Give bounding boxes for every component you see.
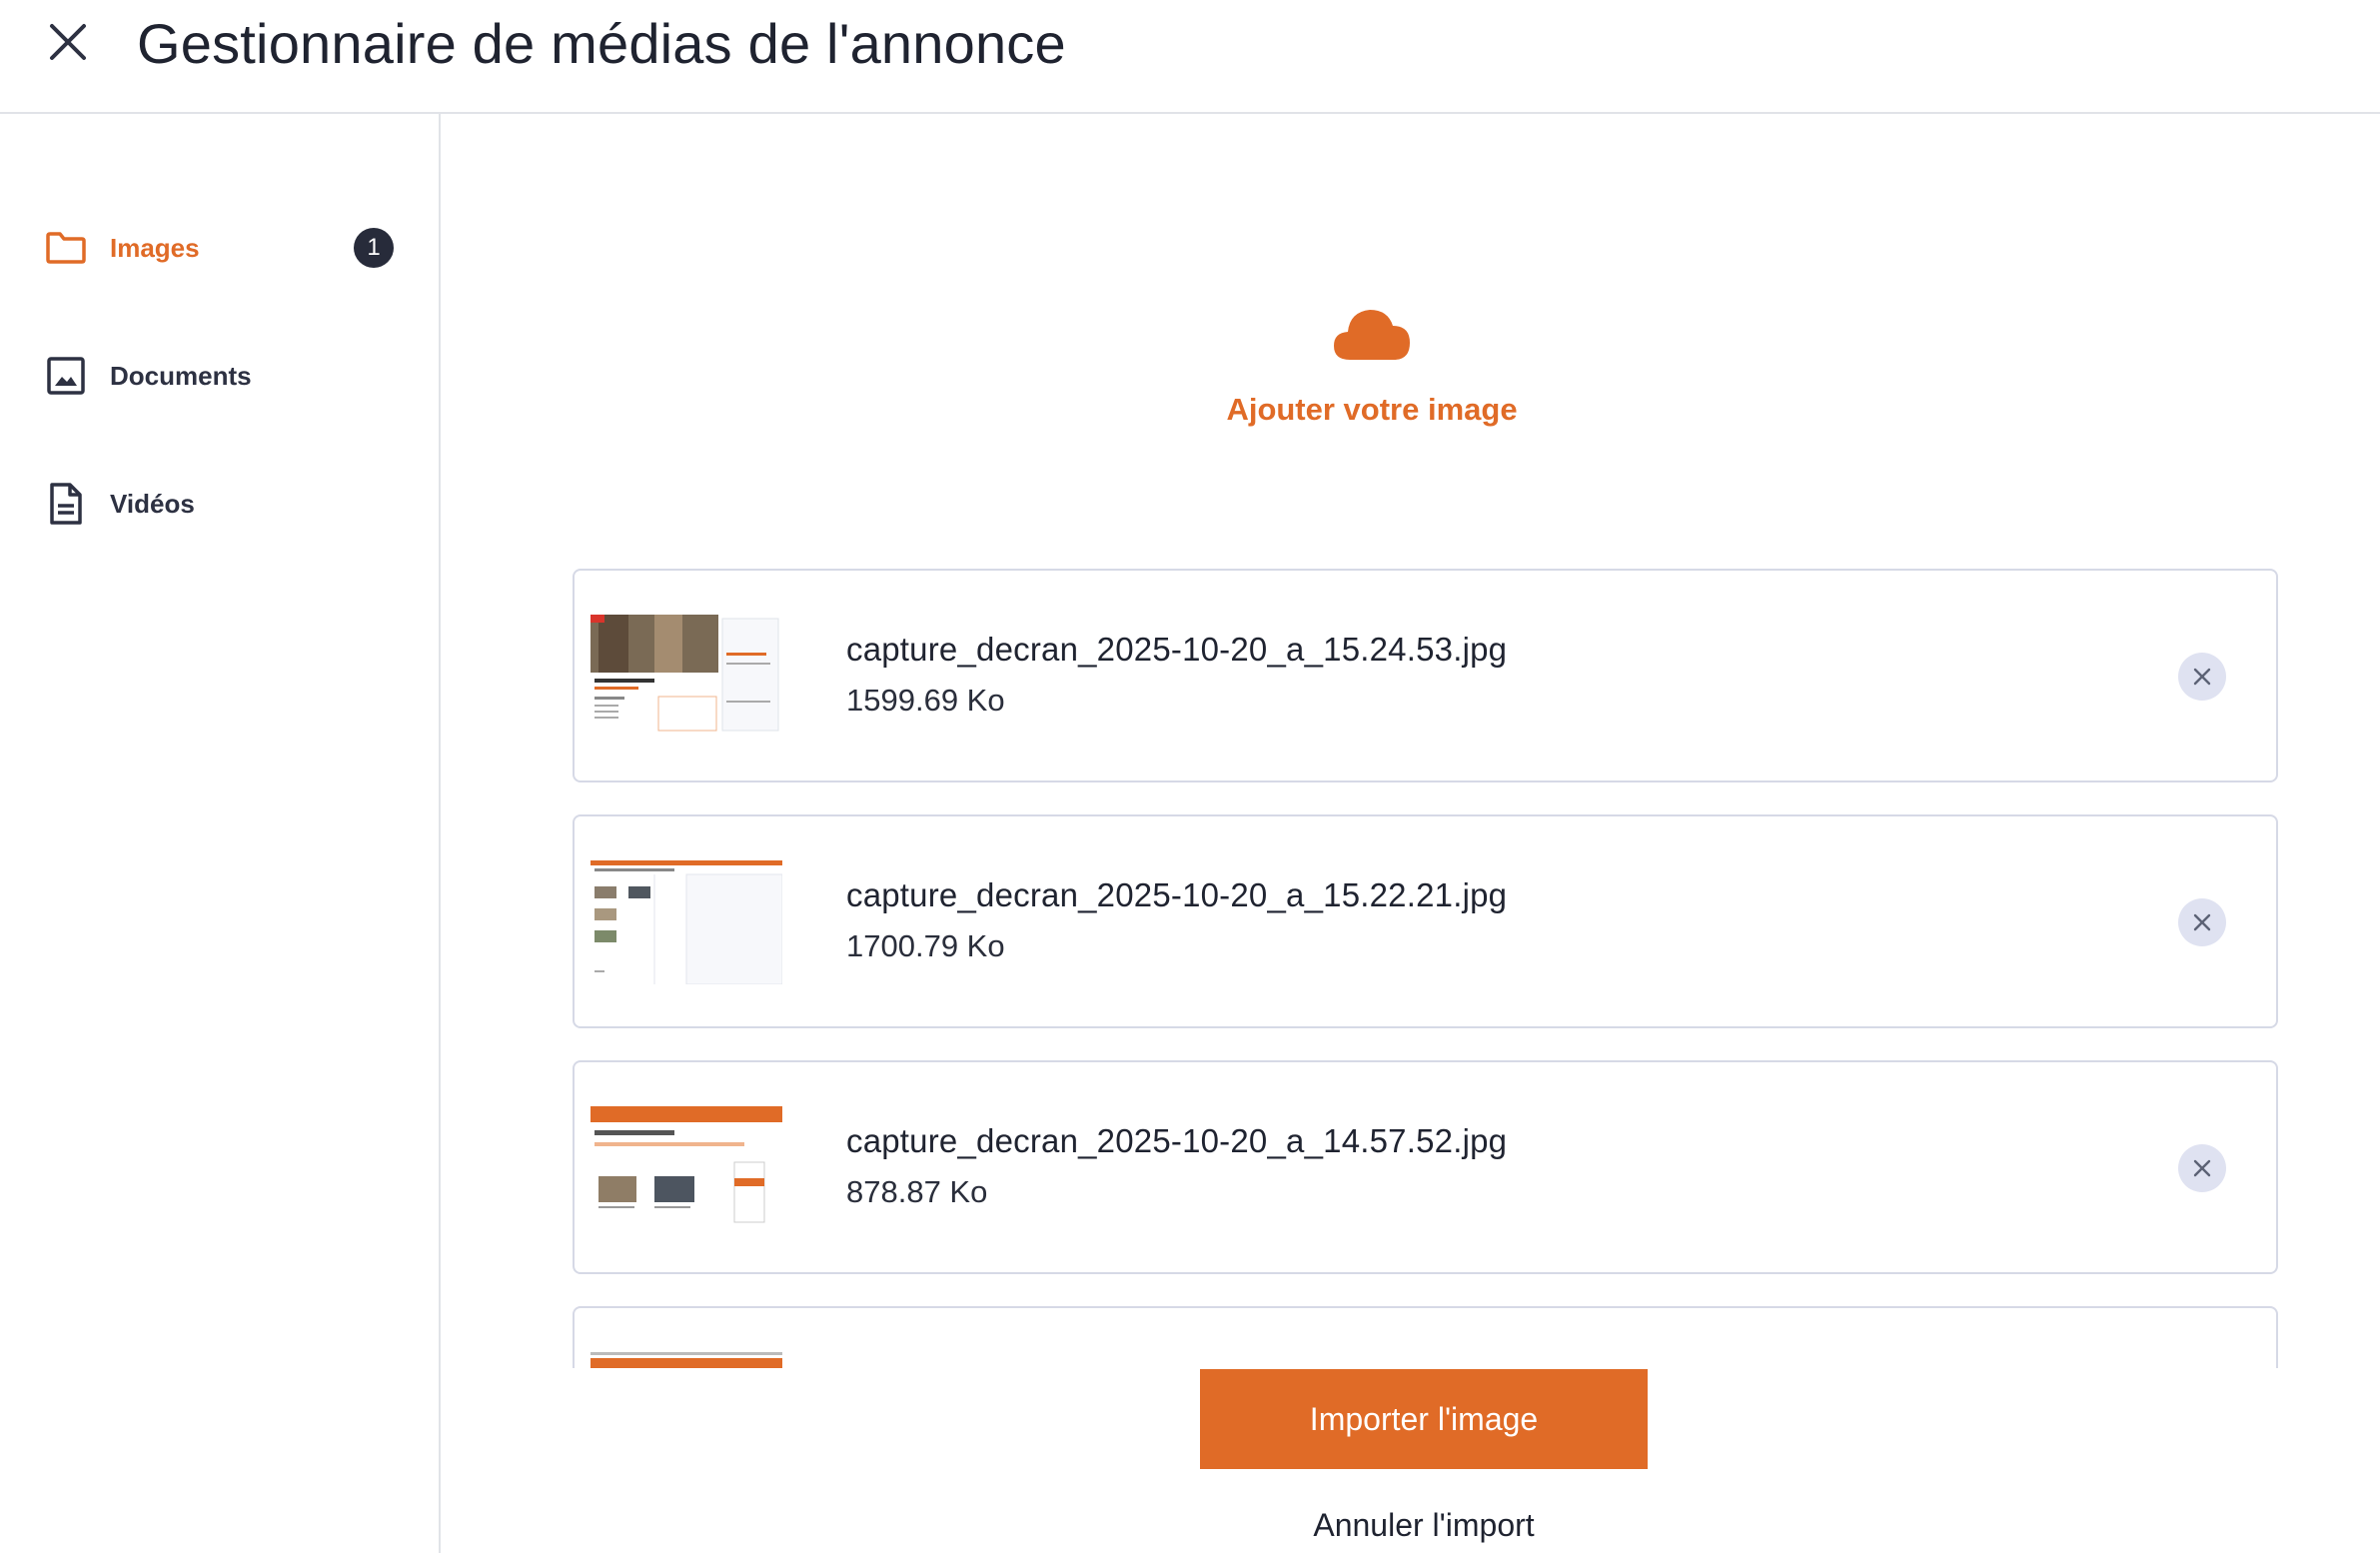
sidebar: Images 1 Documents Vidéos bbox=[0, 114, 441, 1553]
file-name: capture_decran_2025-10-20_a_15.22.21.jpg bbox=[846, 876, 1508, 913]
file-size: 1599.69 Ko bbox=[846, 683, 1005, 718]
cloud-icon bbox=[1334, 310, 1410, 360]
import-button[interactable]: Importer l'image bbox=[1200, 1369, 1648, 1469]
page-title: Gestionnaire de médias de l'annonce bbox=[137, 12, 1066, 75]
count-badge: 1 bbox=[354, 228, 394, 268]
sidebar-item-documents[interactable]: Documents bbox=[44, 344, 404, 408]
sidebar-item-videos[interactable]: Vidéos bbox=[44, 472, 404, 536]
file-thumbnail bbox=[591, 860, 782, 984]
sidebar-item-label: Documents bbox=[110, 360, 252, 391]
file-item: capture_decran_2025-10-20_a_14.57.52.jpg… bbox=[573, 1060, 2278, 1274]
folder-icon bbox=[44, 226, 88, 270]
close-icon bbox=[2193, 913, 2211, 931]
document-icon bbox=[44, 482, 88, 526]
upload-dropzone[interactable]: Ajouter votre image bbox=[1142, 304, 1602, 454]
close-icon bbox=[2193, 1159, 2211, 1177]
sidebar-item-label: Vidéos bbox=[110, 488, 195, 519]
close-button[interactable] bbox=[44, 18, 92, 66]
file-name: capture_decran_2025-10-20_a_14.57.52.jpg bbox=[846, 1122, 1508, 1159]
close-icon bbox=[50, 24, 86, 60]
file-name: capture_decran_2025-10-20_a_15.24.53.jpg bbox=[846, 631, 1508, 668]
file-thumbnail bbox=[591, 615, 782, 739]
file-size: 1700.79 Ko bbox=[846, 928, 1005, 963]
file-thumbnail bbox=[591, 1352, 782, 1368]
file-item: capture_decran_2025-10-20_a_15.22.21.jpg… bbox=[573, 814, 2278, 1028]
sidebar-item-images[interactable]: Images 1 bbox=[44, 216, 404, 280]
file-item bbox=[573, 1306, 2278, 1368]
close-icon bbox=[2193, 668, 2211, 686]
cancel-import-link[interactable]: Annuler l'import bbox=[1200, 1507, 1648, 1553]
image-icon bbox=[44, 354, 88, 398]
main-content: Ajouter votre image capture_decran_2025-… bbox=[443, 114, 2380, 1553]
remove-file-button[interactable] bbox=[2178, 1144, 2226, 1192]
remove-file-button[interactable] bbox=[2178, 653, 2226, 701]
remove-file-button[interactable] bbox=[2178, 898, 2226, 946]
file-item: capture_decran_2025-10-20_a_15.24.53.jpg… bbox=[573, 569, 2278, 782]
header: Gestionnaire de médias de l'annonce bbox=[0, 0, 2380, 114]
file-list[interactable]: capture_decran_2025-10-20_a_15.24.53.jpg… bbox=[573, 569, 2278, 1368]
upload-label: Ajouter votre image bbox=[1226, 392, 1518, 427]
file-size: 878.87 Ko bbox=[846, 1174, 988, 1209]
media-manager: Gestionnaire de médias de l'annonce Imag… bbox=[0, 0, 2380, 1553]
file-thumbnail bbox=[591, 1106, 782, 1230]
sidebar-item-label: Images bbox=[110, 232, 200, 263]
